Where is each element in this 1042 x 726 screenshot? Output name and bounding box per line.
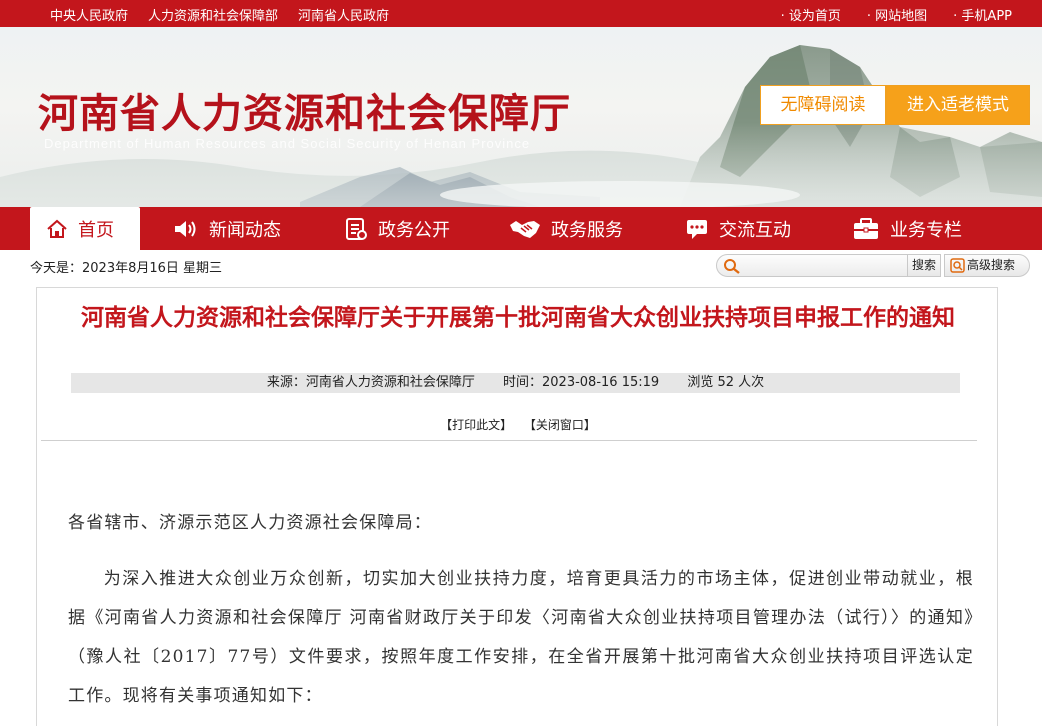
nav-item-home[interactable]: 首页: [30, 207, 140, 250]
article-body: 各省辖市、济源示范区人力资源社会保障局： 为深入推进大众创业万众创新，切实加大创…: [68, 504, 974, 716]
main-nav: 首页 新闻动态 政务公开 政务服务 交流互动 业务专栏: [0, 207, 1042, 250]
nav-label-government-affairs: 政务公开: [378, 219, 450, 241]
link-site-map[interactable]: · 网站地图: [867, 5, 927, 24]
link-mohrss[interactable]: 人力资源和社会保障部: [148, 5, 278, 24]
top-links-left: 中央人民政府 人力资源和社会保障部 河南省人民政府: [50, 5, 409, 24]
article-greeting: 各省辖市、济源示范区人力资源社会保障局：: [68, 513, 432, 533]
article-source: 来源：河南省人力资源和社会保障厅: [266, 375, 475, 390]
article-time: 时间：2023-08-16 15:19: [503, 375, 660, 390]
article-views: 浏览 52 人次: [687, 375, 765, 390]
site-title: 河南省人力资源和社会保障厅: [38, 90, 571, 137]
accessible-reading-button[interactable]: 无障碍阅读: [760, 85, 886, 125]
search-icon: [724, 259, 740, 274]
nav-label-government-services: 政务服务: [551, 219, 623, 241]
link-henan-government[interactable]: 河南省人民政府: [298, 5, 389, 24]
advanced-search-label: 高级搜索: [967, 258, 1016, 272]
nav-label-business-column: 业务专栏: [890, 219, 962, 241]
link-set-homepage[interactable]: · 设为首页: [781, 5, 841, 24]
search-button[interactable]: 搜索: [907, 254, 941, 277]
search-input[interactable]: [743, 257, 919, 274]
nav-item-government-affairs[interactable]: 政务公开: [344, 207, 450, 250]
nav-label-news: 新闻动态: [209, 219, 281, 241]
article-panel: 河南省人力资源和社会保障厅关于开展第十批河南省大众创业扶持项目申报工作的通知 来…: [36, 287, 998, 726]
link-central-government[interactable]: 中央人民政府: [50, 5, 128, 24]
content-divider: [41, 440, 977, 441]
speaker-icon: [175, 220, 196, 237]
article-title: 河南省人力资源和社会保障厅关于开展第十批河南省大众创业扶持项目申报工作的通知: [81, 305, 955, 331]
article-meta: 来源：河南省人力资源和社会保障厅 时间：2023-08-16 15:19 浏览 …: [71, 373, 960, 393]
site-subtitle-english: Department of Human Resources and Social…: [44, 136, 531, 151]
home-icon: [47, 219, 67, 238]
header-banner: 河南省人力资源和社会保障厅 Department of Human Resour…: [0, 27, 1042, 207]
nav-item-interaction[interactable]: 交流互动: [685, 207, 791, 250]
today-date: 今天是：2023年8月16日 星期三: [30, 261, 223, 276]
nav-label-home: 首页: [78, 219, 114, 241]
article-actions: 【打印此文】 【关闭窗口】: [37, 416, 999, 433]
chat-icon: [687, 219, 707, 239]
article-paragraph: 为深入推进大众创业万众创新，切实加大创业扶持力度，培育更具活力的市场主体，促进创…: [68, 569, 974, 706]
briefcase-icon: [854, 217, 878, 239]
handshake-icon: [510, 220, 540, 238]
top-bar: 中央人民政府 人力资源和社会保障部 河南省人民政府 · 设为首页 · 网站地图 …: [0, 0, 1042, 27]
nav-item-government-services[interactable]: 政务服务: [509, 207, 623, 250]
nav-label-interaction: 交流互动: [719, 219, 791, 241]
nav-item-news[interactable]: 新闻动态: [173, 207, 281, 250]
elder-mode-button[interactable]: 进入适老模式: [886, 85, 1030, 125]
close-window-link[interactable]: 【关闭窗口】: [524, 418, 596, 432]
advanced-search-icon: [950, 258, 965, 273]
nav-item-business-column[interactable]: 业务专栏: [852, 207, 962, 250]
print-article-link[interactable]: 【打印此文】: [440, 418, 512, 432]
top-links-right: · 设为首页 · 网站地图 · 手机APP: [755, 5, 1012, 24]
document-icon: [346, 217, 367, 240]
link-mobile-app[interactable]: · 手机APP: [953, 5, 1012, 24]
advanced-search-button[interactable]: 高级搜索: [944, 254, 1030, 277]
